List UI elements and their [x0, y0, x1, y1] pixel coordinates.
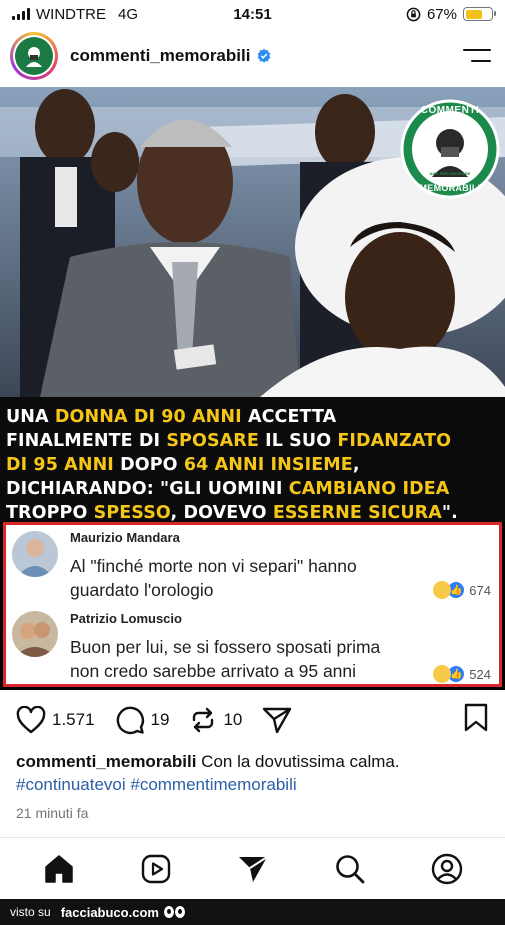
commenter-name-1: Maurizio Mandara	[70, 530, 180, 545]
orientation-lock-icon	[406, 7, 421, 21]
watermark-bar: visto su facciabuco.com	[0, 899, 505, 925]
nav-reels[interactable]	[136, 849, 176, 889]
direct-icon	[238, 855, 268, 882]
comment-text-2b: non credo sarebbe arrivato a 95 anni	[70, 661, 357, 681]
nav-profile[interactable]	[427, 849, 467, 889]
commenter-avatar-1	[12, 531, 58, 577]
headline-text: , DOVEVO	[170, 503, 273, 523]
reactions-1: 👍 674	[433, 581, 491, 599]
heart-icon	[16, 706, 46, 734]
bookmark-icon	[464, 703, 488, 731]
comment-text-2a: Buon per lui, se si fossero sposati prim…	[70, 637, 381, 657]
caption-hashtags[interactable]: #continuatevoi #commentimemorabili	[16, 775, 297, 794]
comment-2: Patrizio Lomuscio Buon per lui, se si fo…	[6, 605, 499, 685]
profile-icon	[431, 853, 462, 884]
menu-icon[interactable]	[463, 46, 491, 66]
headline: UNA DONNA DI 90 ANNI ACCETTA FINALMENTE D…	[0, 397, 505, 523]
comment-icon	[116, 706, 144, 735]
watermark-prefix: visto su	[10, 905, 51, 919]
share-button[interactable]	[262, 706, 298, 734]
carrier-label: WINDTRE	[36, 5, 106, 23]
post-header: commenti_memorabili	[0, 28, 505, 84]
like-button[interactable]: 1.571	[16, 706, 95, 734]
nav-search[interactable]	[330, 849, 370, 889]
avatar-logo-icon	[15, 37, 53, 75]
badge-text-bottom: MEMORABILI	[419, 183, 481, 193]
repost-button[interactable]: 10	[189, 706, 242, 734]
reaction-count-2: 524	[469, 666, 491, 682]
repost-count: 10	[223, 710, 243, 729]
comment-1: Maurizio Mandara Al "finché morte non vi…	[6, 525, 499, 605]
post-actions: 1.571 19 10	[0, 698, 505, 742]
headline-text: ACCETTA	[241, 407, 337, 427]
headline-text: DICHIARANDO: "GLI UOMINI	[6, 479, 289, 499]
watermark-site: facciabuco.com	[60, 904, 159, 920]
headline-text: ,	[352, 455, 360, 475]
comment-text-1b: guardato l'orologio	[70, 580, 214, 600]
nav-direct[interactable]	[233, 849, 273, 889]
commenter-avatar-2	[12, 611, 58, 657]
eyes-icon	[163, 906, 185, 918]
bottom-nav	[0, 837, 505, 899]
save-button[interactable]	[463, 703, 489, 738]
battery-icon	[463, 7, 496, 21]
comment-button[interactable]: 19	[115, 705, 170, 735]
signal-icon	[12, 8, 30, 20]
post-image: COMMENTI MEMORABILI NATI PER IGNORARE UN…	[0, 87, 505, 690]
headline-line: DICHIARANDO: "GLI UOMINI CAMBIANO IDEA	[6, 477, 499, 501]
network-label: 4G	[118, 5, 139, 23]
headline-highlight: SPOSARE	[166, 431, 259, 451]
status-right: 67%	[406, 5, 496, 23]
headline-highlight: CAMBIANO IDEA	[288, 479, 450, 499]
caption-text: Con la dovutissima calma.	[196, 752, 400, 771]
reactions-2: 👍 524	[433, 665, 491, 683]
battery-percent: 67%	[426, 5, 457, 23]
comment-count: 19	[150, 710, 170, 729]
reels-icon	[141, 854, 170, 883]
badge-text-top: COMMENTI	[420, 105, 480, 116]
username[interactable]: commenti_memorabili	[70, 46, 250, 66]
send-icon	[263, 707, 292, 734]
home-icon	[44, 854, 73, 883]
verified-badge-icon	[258, 48, 271, 63]
photo-illustration	[0, 87, 505, 397]
headline-highlight: FIDANZATO	[337, 431, 452, 451]
search-icon	[335, 854, 364, 883]
headline-text: TROPPO	[6, 503, 94, 523]
headline-text: IL SUO	[258, 431, 338, 451]
repost-icon	[193, 707, 214, 733]
headline-text: DOPO	[113, 455, 184, 475]
reaction-count-1: 674	[469, 582, 491, 598]
headline-highlight: ESSERNE SICURA	[272, 503, 442, 523]
headline-line: FINALMENTE DI SPOSARE IL SUO FIDANZATO	[6, 429, 499, 453]
headline-highlight: 64 ANNI INSIEME	[183, 455, 353, 475]
headline-highlight: DONNA DI 90 ANNI	[54, 407, 242, 427]
status-left: WINDTRE 4G	[12, 6, 138, 23]
headline-line: UNA DONNA DI 90 ANNI ACCETTA	[6, 405, 499, 429]
headline-text: UNA	[6, 407, 55, 427]
headline-text: ".	[441, 503, 458, 523]
caption: commenti_memorabili Con la dovutissima c…	[16, 750, 486, 796]
headline-line: DI 95 ANNI DOPO 64 ANNI INSIEME,	[6, 453, 499, 477]
headline-text: FINALMENTE DI	[6, 431, 167, 451]
post-timestamp: 21 minuti fa	[16, 805, 89, 821]
caption-username[interactable]: commenti_memorabili	[16, 752, 196, 771]
badge-text-small: NATI PER IGNORARE	[429, 171, 471, 176]
status-bar: WINDTRE 4G 14:51 67%	[0, 0, 505, 28]
like-count: 1.571	[52, 710, 95, 729]
wedding-photo: COMMENTI MEMORABILI NATI PER IGNORARE	[0, 87, 505, 397]
comments-screenshot: Maurizio Mandara Al "finché morte non vi…	[3, 522, 502, 687]
headline-highlight: DI 95 ANNI	[6, 455, 114, 475]
commenter-name-2: Patrizio Lomuscio	[70, 611, 182, 626]
comment-text-1a: Al "finché morte non vi separi" hanno	[70, 556, 357, 576]
nav-home[interactable]	[39, 849, 79, 889]
headline-highlight: SPESSO	[93, 503, 171, 523]
profile-avatar[interactable]	[10, 32, 58, 80]
